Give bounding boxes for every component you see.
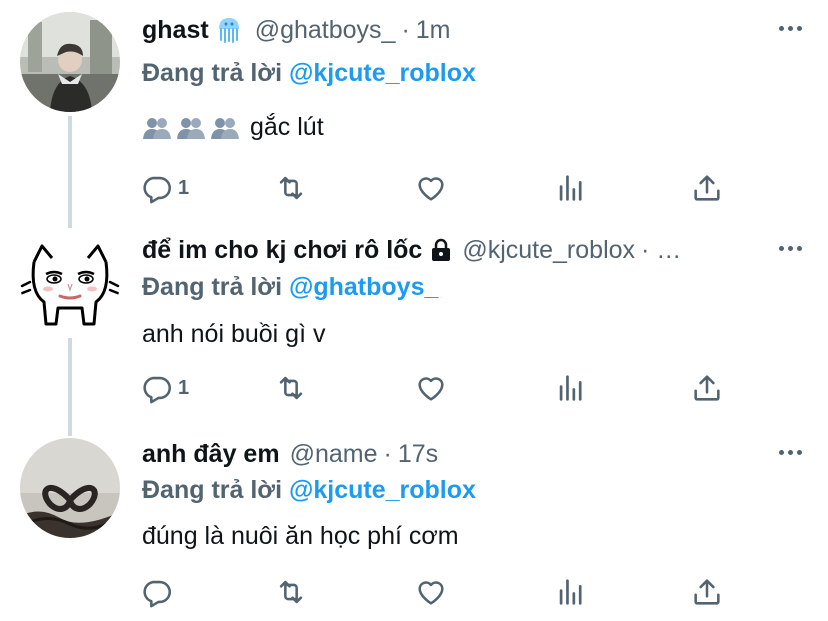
avatar[interactable]	[20, 438, 120, 538]
tweet-header: để im cho kj chơi rô lốc @kjcute_roblox …	[142, 232, 768, 268]
tweet[interactable]: để im cho kj chơi rô lốc @kjcute_roblox …	[0, 224, 828, 424]
retweet-button[interactable]	[274, 166, 308, 210]
avatar[interactable]	[20, 232, 120, 332]
tweet-text: gắc lút	[142, 112, 324, 142]
reply-button[interactable]: 1	[140, 366, 189, 410]
share-icon	[694, 579, 720, 605]
replying-prefix: Đang trả lời	[142, 59, 283, 87]
replying-to: Đang trả lời @kjcute_roblox	[142, 59, 476, 88]
tweet-text: đúng là nuôi ăn học phí cơm	[142, 522, 459, 550]
heart-icon	[418, 377, 444, 401]
analytics-icon	[559, 175, 582, 201]
avatar-photo	[20, 438, 120, 538]
share-icon	[694, 375, 720, 401]
display-name[interactable]: ghast	[142, 16, 209, 45]
reply-count: 1	[178, 176, 190, 199]
reply-icon	[143, 580, 172, 608]
share-icon	[694, 175, 720, 201]
replying-prefix: Đang trả lời	[142, 476, 283, 504]
retweet-icon	[279, 376, 303, 400]
retweet-button[interactable]	[274, 366, 308, 410]
people-silhouette-icon	[142, 115, 172, 140]
user-handle[interactable]: @name	[290, 440, 378, 469]
heart-icon	[418, 581, 444, 605]
action-bar: 1	[140, 366, 828, 410]
share-button[interactable]	[690, 570, 724, 614]
analytics-button[interactable]	[554, 166, 588, 210]
more-options-icon[interactable]	[779, 26, 802, 31]
reply-button[interactable]	[140, 570, 178, 614]
replying-prefix: Đang trả lời	[142, 273, 283, 301]
tweet-text-content: gắc lút	[250, 112, 324, 141]
retweet-icon	[279, 176, 303, 200]
avatar-photo	[20, 12, 120, 112]
display-name[interactable]: để im cho kj chơi rô lốc	[142, 236, 422, 265]
tweet-header: ghast @ghatboys_ · 1m	[142, 12, 768, 48]
mention-link[interactable]: @kjcute_roblox	[289, 59, 476, 87]
share-button[interactable]	[690, 366, 724, 410]
share-button[interactable]	[690, 166, 724, 210]
like-button[interactable]	[414, 570, 448, 614]
timestamp[interactable]: 17s	[398, 440, 438, 469]
retweet-button[interactable]	[274, 570, 308, 614]
tweet-header: anh đây em @name · 17s	[142, 436, 768, 472]
retweet-icon	[279, 580, 303, 604]
analytics-icon	[559, 579, 582, 605]
separator: ·	[383, 439, 392, 468]
action-bar	[140, 570, 828, 614]
reply-button[interactable]: 1	[140, 166, 189, 210]
replying-to: Đang trả lời @ghatboys_	[142, 273, 438, 302]
people-silhouette-icon	[176, 115, 206, 140]
user-handle[interactable]: @ghatboys_	[255, 16, 396, 45]
analytics-icon	[559, 375, 582, 401]
jellyfish-icon	[217, 16, 241, 44]
reply-icon	[143, 376, 172, 404]
display-name[interactable]: anh đây em	[142, 440, 280, 469]
analytics-button[interactable]	[554, 570, 588, 614]
like-button[interactable]	[414, 166, 448, 210]
mention-link[interactable]: @kjcute_roblox	[289, 476, 476, 504]
reply-count: 1	[178, 376, 190, 399]
separator: · …	[641, 235, 682, 264]
user-handle[interactable]: @kjcute_roblox	[462, 236, 635, 265]
heart-icon	[418, 177, 444, 201]
tweet-text: anh nói buồi gì v	[142, 320, 326, 348]
reply-icon	[143, 176, 172, 204]
analytics-button[interactable]	[554, 366, 588, 410]
people-silhouette-icon	[210, 115, 240, 140]
lock-icon	[430, 238, 452, 262]
more-options-icon[interactable]	[779, 246, 802, 251]
avatar[interactable]	[20, 12, 120, 112]
timestamp[interactable]: 1m	[416, 16, 451, 45]
tweet[interactable]: ghast @ghatboys_ · 1m Đang trả lời @kjcu…	[0, 4, 828, 214]
like-button[interactable]	[414, 366, 448, 410]
mention-link[interactable]: @ghatboys_	[289, 273, 438, 301]
more-options-icon[interactable]	[779, 450, 802, 455]
action-bar: 1	[140, 166, 828, 210]
replying-to: Đang trả lời @kjcute_roblox	[142, 476, 476, 505]
separator: ·	[401, 15, 410, 44]
tweet[interactable]: anh đây em @name · 17s Đang trả lời @kjc…	[0, 428, 828, 621]
avatar-cat-drawing	[20, 232, 120, 332]
